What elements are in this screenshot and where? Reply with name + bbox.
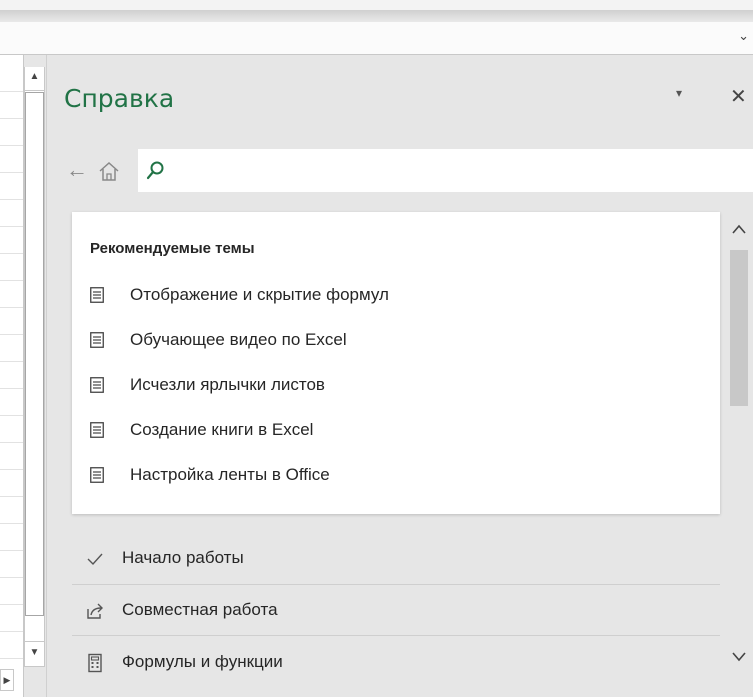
scroll-down-arrow-icon[interactable]: ▼ — [25, 641, 44, 665]
checkmark-icon — [87, 553, 103, 566]
topic-label[interactable]: Создание книги в Excel — [130, 420, 313, 440]
section-label[interactable]: Формулы и функции — [122, 652, 283, 672]
close-icon[interactable]: ✕ — [730, 84, 747, 109]
grid-line — [0, 226, 23, 227]
search-icon — [146, 161, 164, 180]
grid-line — [0, 145, 23, 146]
pane-options-icon[interactable]: ▾ — [676, 86, 682, 100]
search-input[interactable] — [138, 149, 753, 192]
section-label[interactable]: Начало работы — [122, 548, 244, 568]
section-formulas-functions[interactable]: Формулы и функции — [72, 638, 720, 688]
grid-line — [0, 415, 23, 416]
topic-label[interactable]: Отображение и скрытие формул — [130, 285, 389, 305]
topic-label[interactable]: Настройка ленты в Office — [130, 465, 330, 485]
topic-link[interactable]: Отображение и скрытие формул — [90, 284, 690, 308]
document-icon — [90, 422, 104, 438]
grid-line — [0, 361, 23, 362]
grid-line — [0, 307, 23, 308]
grid-line — [0, 577, 23, 578]
grid-line — [0, 469, 23, 470]
grid-line — [0, 550, 23, 551]
topic-label[interactable]: Исчезли ярлычки листов — [130, 375, 325, 395]
topic-link[interactable]: Настройка ленты в Office — [90, 464, 690, 488]
share-icon — [87, 603, 103, 619]
recommended-topics-card: Рекомендуемые темы Отображение и скрытие… — [72, 212, 720, 514]
document-icon — [90, 467, 104, 483]
worksheet-grid[interactable] — [0, 55, 23, 697]
section-divider — [72, 584, 720, 585]
calculator-icon — [88, 653, 102, 673]
pane-scroll-thumb[interactable] — [730, 250, 748, 406]
document-icon — [90, 332, 104, 348]
grid-line — [0, 388, 23, 389]
topic-link[interactable]: Обучающее видео по Excel — [90, 329, 690, 353]
ribbon-edge — [0, 0, 753, 10]
grid-line — [0, 496, 23, 497]
ribbon-shadow — [0, 10, 753, 22]
scroll-up-arrow-icon[interactable]: ▲ — [25, 67, 44, 91]
recommended-topics-heading: Рекомендуемые темы — [90, 240, 255, 257]
grid-line — [0, 280, 23, 281]
grid-line — [0, 118, 23, 119]
chevron-down-icon[interactable] — [731, 650, 747, 667]
grid-line — [0, 334, 23, 335]
section-getting-started[interactable]: Начало работы — [72, 534, 720, 584]
grid-line — [0, 658, 23, 659]
grid-line — [0, 91, 23, 92]
scroll-right-arrow-icon[interactable]: ▶ — [0, 669, 14, 691]
chevron-up-icon[interactable] — [731, 222, 747, 239]
expand-formula-bar-icon[interactable]: ⌄ — [738, 28, 749, 44]
grid-line — [0, 199, 23, 200]
document-icon — [90, 377, 104, 393]
grid-line — [0, 604, 23, 605]
topic-label[interactable]: Обучающее видео по Excel — [130, 330, 347, 350]
topic-link[interactable]: Исчезли ярлычки листов — [90, 374, 690, 398]
home-icon[interactable] — [96, 160, 122, 182]
topic-link[interactable]: Создание книги в Excel — [90, 419, 690, 443]
document-icon — [90, 287, 104, 303]
grid-line — [0, 523, 23, 524]
sheet-scroll-thumb[interactable] — [25, 92, 44, 616]
formula-bar[interactable]: ⌄ — [0, 22, 753, 55]
grid-line — [0, 172, 23, 173]
pane-divider[interactable] — [46, 55, 47, 697]
back-arrow-icon[interactable]: ← — [66, 159, 88, 181]
grid-line — [0, 442, 23, 443]
section-collaboration[interactable]: Совместная работа — [72, 586, 720, 636]
pane-title: Справка — [64, 84, 175, 113]
grid-line — [0, 253, 23, 254]
section-label[interactable]: Совместная работа — [122, 600, 278, 620]
section-divider — [72, 635, 720, 636]
grid-line — [0, 631, 23, 632]
